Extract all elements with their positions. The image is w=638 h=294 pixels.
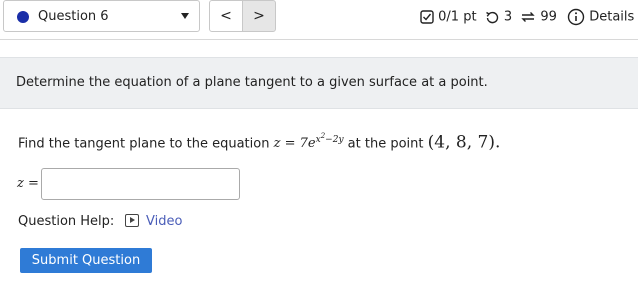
question-stats: 0/1 pt 3 99 Details	[420, 8, 634, 26]
point-coordinates: (4, 8, 7).	[427, 132, 501, 153]
question-select[interactable]: Question 6	[3, 0, 200, 32]
video-link[interactable]: Video	[146, 214, 182, 229]
video-play-icon[interactable]	[125, 214, 139, 227]
intro-text: Determine the equation of a plane tangen…	[16, 75, 488, 90]
equation: z = 7ex2−2y	[273, 132, 344, 152]
prompt-prefix: Find the tangent plane to the equation	[18, 136, 270, 152]
answer-input[interactable]	[41, 168, 240, 200]
previous-question-button[interactable]: <	[209, 0, 243, 32]
retries-count: 3	[503, 9, 513, 25]
question-status-dot	[17, 11, 29, 23]
details-link[interactable]: Details	[589, 10, 634, 25]
header-divider	[0, 39, 638, 40]
score-text: 0/1 pt	[438, 9, 477, 25]
question-help-label: Question Help:	[18, 214, 115, 229]
question-select-label: Question 6	[38, 9, 109, 24]
checkbox-score-icon	[420, 10, 434, 24]
top-bar: Question 6 < > 0/1 pt 3 99 Details	[0, 0, 638, 34]
caret-down-icon	[181, 13, 189, 19]
attempts-count: 99	[540, 9, 557, 25]
retry-icon	[485, 11, 498, 23]
at-the-point-label: at the point	[347, 136, 424, 152]
submit-question-button[interactable]: Submit Question	[20, 248, 152, 273]
info-icon[interactable]	[567, 8, 585, 26]
next-question-button[interactable]: >	[242, 0, 276, 32]
question-prompt: Find the tangent plane to the equation z…	[18, 132, 500, 152]
attempts-icon	[521, 12, 535, 22]
answer-label: z =	[17, 176, 39, 191]
intro-panel: Determine the equation of a plane tangen…	[0, 57, 638, 109]
